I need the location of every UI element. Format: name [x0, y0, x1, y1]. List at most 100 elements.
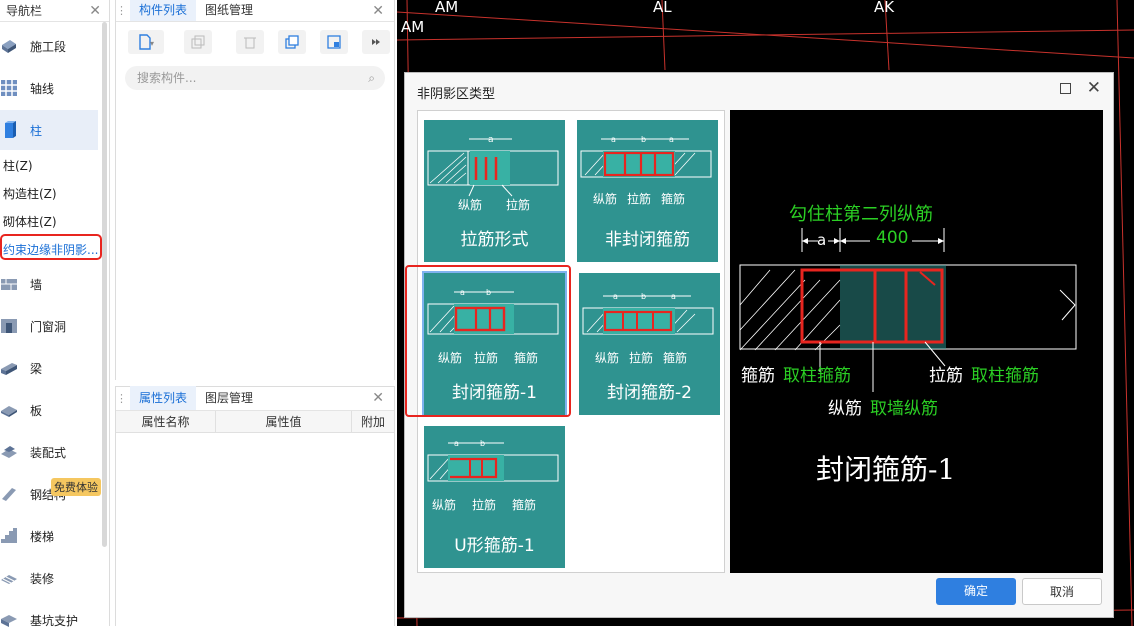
preview-diagram: [739, 228, 1077, 392]
nav-item-slab[interactable]: 板: [0, 390, 98, 430]
label-tie: 拉筋: [506, 198, 531, 212]
option-closed-stirrup-2[interactable]: a b a 纵筋 拉筋 箍筋 封闭箍筋-2: [579, 273, 720, 415]
excavation-icon: [1, 615, 17, 627]
nav-item-label: 门窗洞: [30, 319, 67, 334]
nav-header: 导航栏 ✕: [0, 0, 109, 22]
copy-to-floor-button[interactable]: [278, 30, 306, 54]
search-icon[interactable]: ⌕: [368, 66, 375, 90]
layer-copy-icon: [327, 35, 341, 49]
column-extra: 附加: [360, 415, 385, 429]
nav-item-label: 梁: [30, 361, 43, 376]
free-trial-badge[interactable]: 免费体验: [51, 478, 101, 496]
drag-handle-icon[interactable]: ⋮⋮: [116, 392, 138, 405]
stair-icon: [1, 528, 17, 543]
axis-grid-icon: [1, 80, 17, 96]
maximize-icon[interactable]: [1060, 83, 1071, 94]
svg-text:a: a: [669, 135, 674, 144]
new-component-button[interactable]: ▾: [128, 30, 164, 54]
tab-layer-management[interactable]: 图层管理: [196, 386, 262, 410]
axis-label: AK: [874, 0, 895, 16]
copy-icon: [191, 35, 205, 49]
option-caption: 非封闭箍筋: [605, 230, 690, 250]
label-stirrup: 箍筋: [663, 351, 688, 365]
nav-title: 导航栏: [6, 4, 43, 18]
axis-label: AM: [401, 18, 425, 36]
slab-icon: [1, 406, 17, 417]
more-tools-button[interactable]: [362, 30, 390, 54]
svg-text:a: a: [488, 135, 494, 145]
copy-button[interactable]: [184, 30, 212, 54]
svg-text:a: a: [611, 135, 616, 144]
svg-text:a: a: [613, 292, 618, 301]
preview-tie-source: 取柱箍筋: [971, 366, 1039, 386]
drag-handle-icon[interactable]: ⋮⋮: [116, 4, 138, 17]
property-panel: ⋮⋮ 属性列表 图层管理 ✕ 属性名称 属性值 附加: [115, 386, 395, 626]
label-longitudinal: 纵筋: [595, 351, 620, 365]
nav-item-label: 轴线: [30, 81, 55, 96]
cancel-button[interactable]: 取消: [1022, 578, 1102, 605]
prefab-icon: [1, 446, 17, 458]
property-panel-close-icon[interactable]: ✕: [372, 390, 384, 406]
nav-item-label: 楼梯: [30, 529, 55, 544]
nav-item-excavation[interactable]: 基坑支护: [0, 600, 98, 640]
nav-item-axis[interactable]: 轴线: [0, 68, 98, 108]
more-arrow-icon: [372, 39, 380, 45]
nav-item-column[interactable]: 柱: [0, 110, 98, 150]
dialog-close-icon[interactable]: ✕: [1087, 78, 1101, 98]
svg-text:b: b: [480, 439, 485, 448]
non-shadow-type-dialog: 非阴影区类型 ✕ a 纵筋 拉筋 拉筋形式 aba 纵筋 拉筋 箍筋 非封闭箍筋…: [404, 72, 1114, 618]
sub-item-column-z[interactable]: 柱(Z): [3, 157, 33, 174]
preview-dim-value: 400: [876, 228, 909, 248]
nav-item-beam[interactable]: 梁: [0, 348, 98, 388]
construction-segment-icon: [2, 40, 16, 53]
delete-button[interactable]: [236, 30, 264, 54]
svg-text:a: a: [454, 439, 459, 448]
svg-text:a: a: [671, 292, 676, 301]
option-tie-bar-form[interactable]: a 纵筋 拉筋 拉筋形式: [424, 120, 565, 262]
nav-item-label: 装配式: [30, 445, 67, 460]
preview-hoop-source: 取柱箍筋: [783, 366, 851, 386]
preview-hoop-label: 箍筋: [741, 366, 775, 386]
tab-drawing-management[interactable]: 图纸管理: [196, 0, 262, 21]
tab-component-list[interactable]: 构件列表: [130, 0, 197, 21]
option-caption: 拉筋形式: [460, 230, 529, 250]
label-longitudinal: 纵筋: [432, 498, 457, 512]
tab-property-list[interactable]: 属性列表: [130, 386, 197, 410]
navigation-panel: 导航栏 ✕ 施工段 轴线 柱 柱(Z) 构造柱(Z) 砌体柱(Z) 约束边缘非阴…: [0, 0, 110, 628]
nav-item-wall[interactable]: 墙: [0, 264, 98, 304]
layer-copy-button[interactable]: [320, 30, 348, 54]
axis-label: AM: [435, 0, 459, 16]
option-non-closed-stirrup[interactable]: a b a 纵筋 拉筋 箍筋 非封闭箍筋: [577, 120, 718, 262]
preview-long-label: 纵筋: [828, 399, 862, 419]
preview-long-source: 取墙纵筋: [870, 399, 938, 419]
nav-item-label: 施工段: [30, 39, 67, 54]
new-file-icon: ▾: [139, 34, 154, 50]
sub-item-masonry-column[interactable]: 砌体柱(Z): [3, 213, 57, 230]
axis-label: AL: [653, 0, 672, 16]
option-caption: U形箍筋-1: [454, 536, 535, 556]
preview-tie-label: 拉筋: [929, 366, 963, 386]
confirm-button[interactable]: 确定: [936, 578, 1016, 605]
nav-item-construction-segment[interactable]: 施工段: [0, 26, 98, 66]
nav-item-label: 装修: [30, 571, 55, 586]
nav-scrollbar[interactable]: [102, 22, 107, 547]
nav-item-stair[interactable]: 楼梯: [0, 516, 98, 556]
nav-item-decoration[interactable]: 装修: [0, 558, 98, 598]
column-property-name: 属性名称: [116, 411, 216, 432]
label-stirrup: 箍筋: [512, 498, 537, 512]
nav-item-door-window[interactable]: 门窗洞: [0, 306, 98, 346]
preview-dim-a: a: [817, 231, 827, 249]
decoration-icon: [1, 575, 17, 584]
label-tie: 拉筋: [472, 498, 497, 512]
label-tie: 拉筋: [629, 351, 654, 365]
nav-close-icon[interactable]: ✕: [89, 3, 101, 19]
component-search-input[interactable]: 搜索构件... ⌕: [125, 66, 385, 90]
nav-item-prefab[interactable]: 装配式: [0, 432, 98, 472]
door-window-icon: [1, 319, 17, 333]
svg-text:b: b: [641, 292, 646, 301]
label-longitudinal: 纵筋: [458, 198, 483, 212]
sub-item-constructional-column[interactable]: 构造柱(Z): [3, 185, 57, 202]
selected-option-highlight: [405, 265, 571, 417]
component-panel-close-icon[interactable]: ✕: [372, 3, 384, 19]
option-u-stirrup-1[interactable]: a b 纵筋 拉筋 箍筋 U形箍筋-1: [424, 426, 565, 568]
